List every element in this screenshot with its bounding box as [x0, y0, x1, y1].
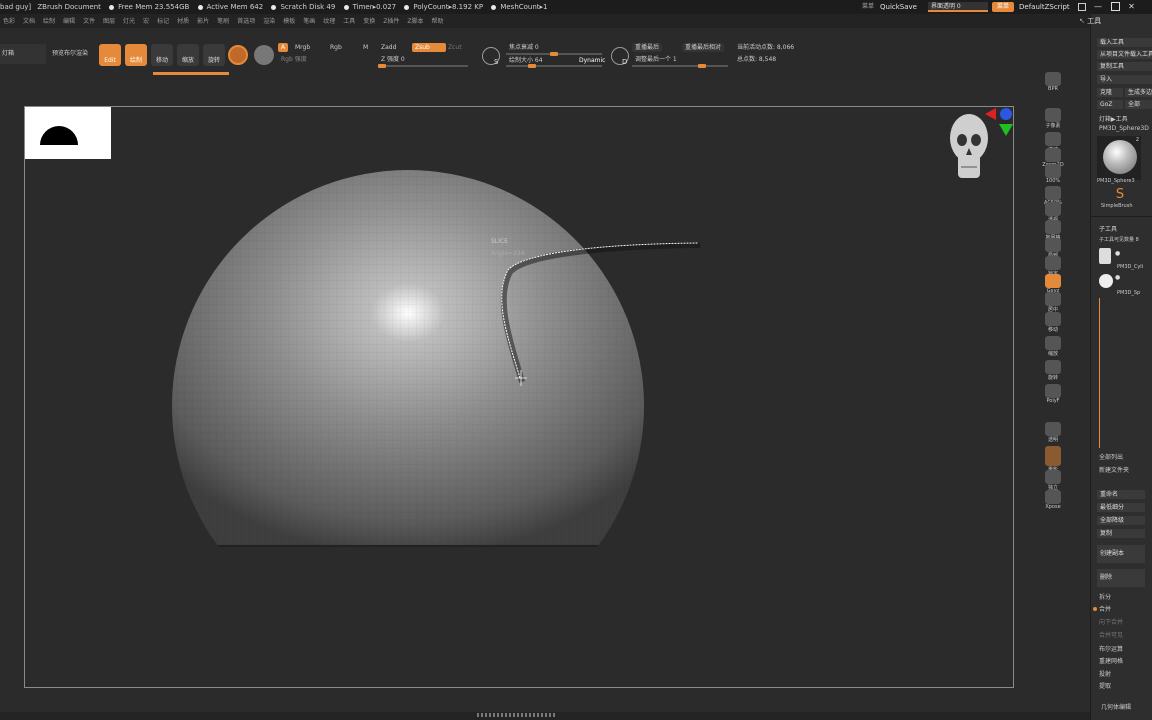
eye-icon[interactable]: ● — [1115, 250, 1120, 257]
shelf-button[interactable]: 子像素 — [1038, 108, 1068, 134]
simple-brush-icon[interactable]: S — [1113, 188, 1127, 202]
list-all-button[interactable]: 全部列出 — [1099, 452, 1123, 461]
current-tool-name: PM3D_Sphere3D — [1099, 125, 1149, 132]
thumb-count: 2 — [1135, 137, 1139, 143]
shelf-button[interactable]: 重影 — [1038, 446, 1068, 473]
geometry-edit-section[interactable]: 几何体编辑 — [1101, 702, 1131, 711]
delete-button[interactable]: 删除 — [1097, 569, 1145, 587]
subtool-1-name[interactable]: PM3D_Cyli — [1117, 264, 1143, 270]
close-icon[interactable]: ✕ — [1128, 2, 1135, 11]
viewport-sculpt — [172, 108, 1013, 547]
shelf-button[interactable]: BPR — [1038, 72, 1068, 98]
right-shelf: BPR子像素滚动Zoom2D100%AC50%透视地网格局部锁定Gxyz居中移动… — [1038, 70, 1068, 580]
shelf-icon — [1045, 164, 1061, 178]
load-from-project-button[interactable]: 从项目文件载入工具 — [1097, 50, 1152, 59]
sphere-subtool-icon — [1099, 274, 1113, 288]
axis-gizmo-icon[interactable] — [985, 108, 1013, 136]
import-button[interactable]: 导入 — [1097, 75, 1152, 84]
shelf-icon — [1045, 446, 1061, 466]
goz-button[interactable]: GoZ — [1097, 100, 1123, 109]
shelf-icon — [1045, 490, 1061, 504]
restore-icon[interactable] — [1110, 2, 1120, 11]
shelf-icon — [1045, 72, 1061, 86]
thumb2-label: SimpleBrush — [1101, 203, 1133, 209]
split-button[interactable]: 拆分 — [1099, 592, 1111, 601]
tool-panel: ↖ 工具 载入工具 从项目文件载入工具 复制工具 导入 克隆 生成多边 GoZ … — [1079, 14, 1152, 720]
minimize-icon[interactable]: — — [1094, 2, 1102, 11]
shelf-button[interactable]: 缩放 — [1038, 336, 1068, 362]
create-copy-button[interactable]: 创建副本 — [1097, 545, 1145, 563]
remesh-button[interactable]: 重建网格 — [1099, 656, 1123, 665]
bottom-tray-handle[interactable] — [477, 713, 557, 717]
shelf-button[interactable]: PolyF — [1038, 384, 1068, 410]
subtool-scroll-track[interactable] — [1099, 298, 1100, 448]
sphere-thumb-icon — [1103, 140, 1137, 174]
shelf-label: Xpose — [1045, 504, 1061, 510]
new-folder-button[interactable]: 新建文件夹 — [1099, 465, 1129, 474]
shelf-icon — [1045, 360, 1061, 374]
tool-thumbnail[interactable]: 2 — [1097, 136, 1141, 180]
merge-button[interactable]: 合并 — [1099, 604, 1111, 613]
shelf-icon — [1045, 336, 1061, 350]
slice-label: SLICE — [491, 238, 508, 245]
cylinder-subtool-icon — [1099, 248, 1111, 264]
window-controls: — ✕ — [1094, 0, 1135, 14]
all-low-button[interactable]: 全部降级 — [1097, 516, 1145, 525]
shelf-label: 旋转 — [1047, 375, 1058, 381]
shelf-icon — [1045, 274, 1061, 288]
shelf-icon — [1045, 238, 1061, 252]
divider — [1091, 216, 1152, 217]
shelf-label: 移动 — [1047, 327, 1058, 333]
shelf-icon — [1045, 186, 1061, 200]
load-tool-button[interactable]: 载入工具 — [1097, 38, 1152, 47]
shelf-icon — [1045, 148, 1061, 162]
shelf-label: PolyF — [1046, 398, 1060, 404]
make-polymesh-button[interactable]: 生成多边 — [1125, 88, 1152, 97]
shelf-icon — [1045, 202, 1061, 216]
shelf-icon — [1045, 132, 1061, 146]
shelf-label: 100% — [1045, 178, 1061, 184]
shelf-button[interactable]: 移动 — [1038, 312, 1068, 338]
copy-tool-button[interactable]: 复制工具 — [1097, 62, 1152, 71]
lightbox-tool-link[interactable]: 灯箱▶工具 — [1099, 114, 1128, 123]
shelf-button[interactable]: 旋转 — [1038, 360, 1068, 386]
shelf-icon — [1045, 220, 1061, 234]
thumb1-label: PM3D_Sphere3 — [1097, 178, 1135, 184]
rename-button[interactable]: 重命名 — [1097, 490, 1145, 499]
shelf-icon — [1045, 256, 1061, 270]
shelf-icon — [1045, 292, 1061, 306]
pin-icon: ↖ — [1079, 17, 1088, 25]
clone-button[interactable]: 克隆 — [1097, 88, 1123, 97]
shelf-icon — [1045, 312, 1061, 326]
subtool-header[interactable]: 子工具 — [1099, 224, 1117, 233]
shelf-label: BPR — [1048, 86, 1058, 92]
goz-all-button[interactable]: 全部 — [1125, 100, 1152, 109]
merge-down-button[interactable]: 向下合并 — [1099, 617, 1123, 626]
shelf-icon — [1045, 384, 1061, 398]
shelf-label: 子像素 — [1045, 123, 1061, 129]
bottom-bar — [0, 712, 1090, 720]
shelf-icon — [1045, 470, 1061, 484]
shelf-label: 缩放 — [1047, 351, 1058, 357]
eye-icon[interactable]: ● — [1115, 274, 1120, 281]
sculpt-sphere[interactable] — [172, 170, 645, 547]
shelf-icon — [1045, 108, 1061, 122]
merge-visible-button[interactable]: 合并可见 — [1099, 630, 1123, 639]
tool-panel-title: 工具 — [1087, 17, 1102, 25]
slice-angle-label: Angle=234 — [491, 250, 525, 257]
lowest-subdiv-button[interactable]: 最低细分 — [1097, 503, 1145, 512]
subtool-count: 子工具可见数量 8 — [1099, 237, 1139, 243]
merge-marker-icon — [1093, 607, 1097, 611]
project-button[interactable]: 投射 — [1099, 669, 1111, 678]
subtool-2-name[interactable]: PM3D_Sp — [1117, 290, 1140, 296]
tool-panel-header: ↖ 工具 — [1079, 14, 1101, 28]
shelf-label: 透明 — [1047, 437, 1058, 443]
boolean-button[interactable]: 布尔运算 — [1099, 644, 1123, 653]
extract-button[interactable]: 提取 — [1099, 681, 1111, 690]
shelf-button[interactable]: Xpose — [1038, 490, 1068, 516]
duplicate-button[interactable]: 复制 — [1097, 529, 1145, 538]
skull-gizmo-icon[interactable] — [950, 114, 988, 178]
shelf-button[interactable]: 透明 — [1038, 422, 1068, 448]
shelf-icon — [1045, 422, 1061, 436]
